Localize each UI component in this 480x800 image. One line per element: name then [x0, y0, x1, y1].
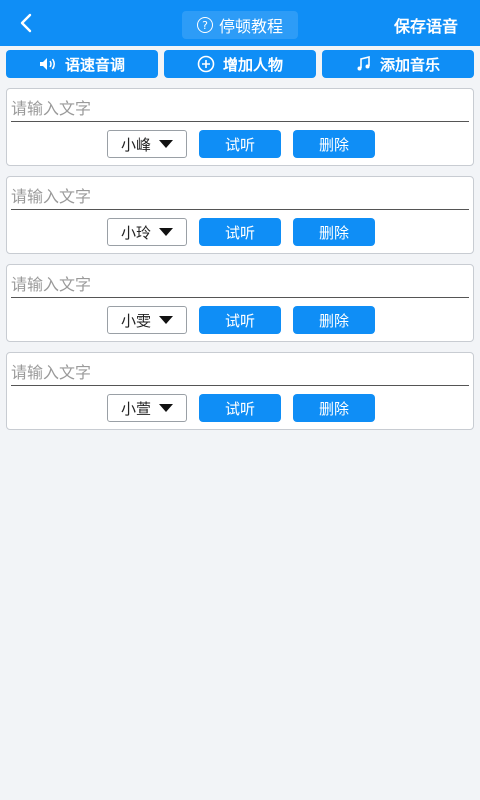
voice-select-label: 小玲 [120, 223, 151, 242]
caret-down-icon [159, 140, 173, 148]
text-input[interactable] [11, 95, 469, 122]
listen-button[interactable]: 试听 [199, 394, 281, 422]
caret-down-icon [159, 316, 173, 324]
add-person-button[interactable]: 增加人物 [164, 50, 316, 78]
delete-button[interactable]: 删除 [293, 394, 375, 422]
delete-button[interactable]: 删除 [293, 306, 375, 334]
voice-select-label: 小雯 [120, 311, 151, 330]
dialogue-list: 小峰 试听 删除 小玲 试听 删除 小雯 试听 删除 小萱 试听 删除 [0, 78, 480, 430]
save-voice-button[interactable]: 保存语音 [394, 13, 458, 37]
text-input[interactable] [11, 271, 469, 298]
dialogue-item: 小峰 试听 删除 [6, 88, 474, 166]
text-input[interactable] [11, 359, 469, 386]
voice-select[interactable]: 小峰 [107, 130, 187, 158]
add-music-label: 添加音乐 [379, 55, 440, 74]
pause-tutorial-label: 停顿教程 [218, 17, 283, 36]
speed-pitch-label: 语速音调 [64, 55, 125, 74]
voice-select-label: 小萱 [120, 399, 151, 418]
voice-select[interactable]: 小萱 [107, 394, 187, 422]
dialogue-item: 小玲 试听 删除 [6, 176, 474, 254]
back-button[interactable] [14, 11, 38, 35]
chevron-left-icon [20, 13, 32, 33]
delete-button[interactable]: 删除 [293, 218, 375, 246]
voice-select[interactable]: 小雯 [107, 306, 187, 334]
music-note-icon [356, 56, 372, 72]
speaker-icon [39, 57, 57, 71]
listen-button[interactable]: 试听 [199, 218, 281, 246]
dialogue-item: 小萱 试听 删除 [6, 352, 474, 430]
toolbar: 语速音调 增加人物 添加音乐 [0, 46, 480, 78]
dialogue-item: 小雯 试听 删除 [6, 264, 474, 342]
speed-pitch-button[interactable]: 语速音调 [6, 50, 158, 78]
caret-down-icon [159, 404, 173, 412]
delete-button[interactable]: 删除 [293, 130, 375, 158]
caret-down-icon [159, 228, 173, 236]
question-circle-icon: ? [196, 17, 213, 33]
pause-tutorial-button[interactable]: ? 停顿教程 [182, 11, 298, 39]
text-input[interactable] [11, 183, 469, 210]
add-music-button[interactable]: 添加音乐 [322, 50, 474, 78]
plus-circle-icon [197, 55, 215, 73]
app-header: ? 停顿教程 保存语音 [0, 0, 480, 46]
voice-select[interactable]: 小玲 [107, 218, 187, 246]
voice-select-label: 小峰 [120, 135, 151, 154]
listen-button[interactable]: 试听 [199, 130, 281, 158]
listen-button[interactable]: 试听 [199, 306, 281, 334]
add-person-label: 增加人物 [222, 55, 283, 74]
